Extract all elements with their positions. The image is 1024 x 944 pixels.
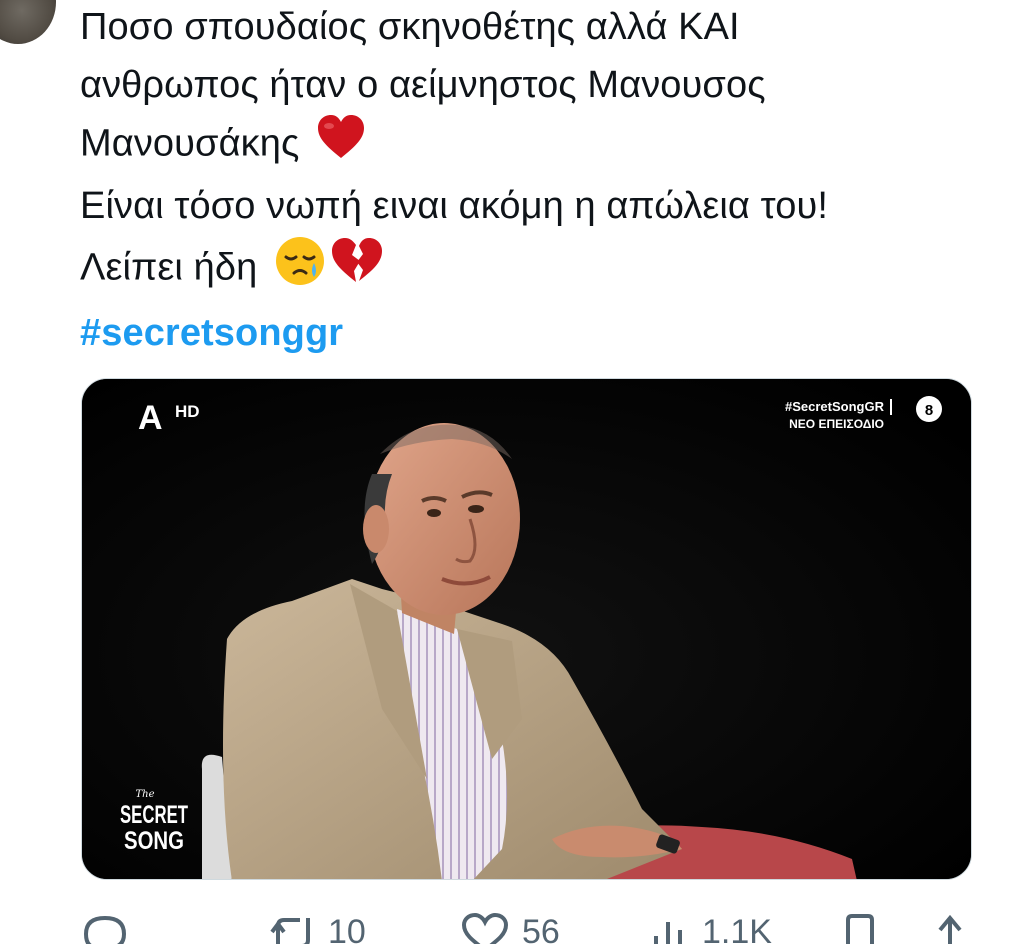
channel-quality: HD bbox=[175, 402, 200, 421]
like-count: 56 bbox=[522, 912, 560, 944]
reply-icon bbox=[83, 915, 127, 944]
share-button[interactable] bbox=[930, 912, 970, 944]
share-icon bbox=[938, 914, 962, 944]
bookmark-icon bbox=[846, 914, 874, 944]
views-icon bbox=[654, 922, 682, 944]
channel-logo-letter: Α bbox=[138, 399, 163, 437]
show-logo-line2: SONG bbox=[124, 827, 184, 855]
hashtag-line: #secretsonggr bbox=[80, 304, 980, 362]
tweet-line-4: Είναι τόσο νωπή ειναι ακόμη η απώλεια το… bbox=[80, 185, 829, 227]
red-heart-icon bbox=[316, 114, 366, 177]
show-hashtag: #SecretSongGR bbox=[785, 399, 885, 414]
show-logo-line1: SECRET bbox=[120, 801, 188, 829]
like-button[interactable]: 56 bbox=[460, 912, 560, 944]
tweet-line-3: Μανουσάκης bbox=[80, 122, 300, 165]
hashtag-link[interactable]: #secretsonggr bbox=[80, 312, 343, 354]
tweet-text: Ποσο σπουδαίος σκηνοθέτης αλλά ΚΑΙ ανθρω… bbox=[80, 0, 980, 362]
avatar[interactable] bbox=[0, 0, 56, 44]
action-bar: 10 56 1.1K bbox=[80, 912, 980, 944]
sad-relieved-face-icon bbox=[274, 235, 326, 304]
show-logo-small: The bbox=[135, 789, 154, 800]
tweet: Ποσο σπουδαίος σκηνοθέτης αλλά ΚΑΙ ανθρω… bbox=[0, 0, 1024, 944]
episode-label: ΝΕΟ ΕΠΕΙΣΟΔΙΟ bbox=[789, 417, 884, 431]
views-button[interactable]: 1.1K bbox=[650, 912, 772, 944]
broken-heart-icon bbox=[330, 237, 384, 302]
views-count: 1.1K bbox=[702, 912, 772, 944]
tweet-line-5: Λείπει ήδη bbox=[80, 246, 258, 289]
retweet-button[interactable]: 10 bbox=[270, 912, 366, 944]
rating-badge: 8 bbox=[925, 402, 933, 419]
tweet-line-5-wrap: Λείπει ήδη bbox=[80, 235, 980, 304]
heart-icon bbox=[461, 912, 509, 944]
tweet-image[interactable]: Α HD #SecretSongGR ΝΕΟ ΕΠΕΙΣΟΔΙΟ 8 The S… bbox=[81, 378, 972, 880]
retweet-count: 10 bbox=[328, 912, 366, 944]
bookmark-button[interactable] bbox=[840, 912, 880, 944]
retweet-icon bbox=[270, 918, 310, 944]
tweet-line-3-wrap: Μανουσάκης bbox=[80, 114, 980, 177]
tv-still: Α HD #SecretSongGR ΝΕΟ ΕΠΕΙΣΟΔΙΟ 8 The S… bbox=[82, 379, 971, 879]
reply-button[interactable] bbox=[80, 912, 130, 944]
face bbox=[368, 423, 520, 615]
tweet-line-2: ανθρωπος ήταν ο αείμνηστος Μανουσος bbox=[80, 64, 766, 106]
tweet-line-1: Ποσο σπουδαίος σκηνοθέτης αλλά ΚΑΙ bbox=[80, 6, 740, 48]
